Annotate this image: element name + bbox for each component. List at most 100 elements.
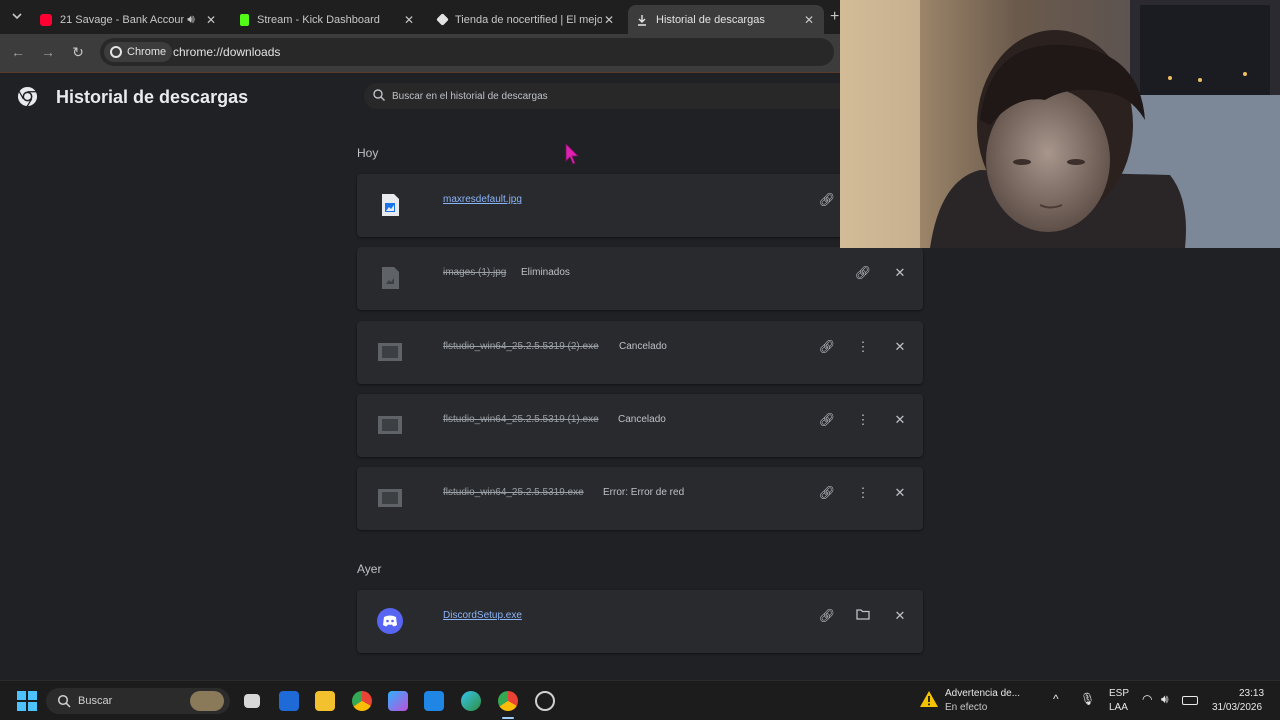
executable-file-icon [378, 343, 402, 361]
search-box[interactable] [364, 83, 840, 109]
download-status: Eliminados [521, 267, 570, 278]
download-status: Cancelado [619, 341, 667, 352]
chrome-active-icon[interactable] [498, 691, 518, 711]
remove-icon[interactable]: ✕ [890, 483, 910, 503]
file-name: flstudio_win64_25.2.5.5319 (1).exe [443, 414, 599, 425]
more-options-icon[interactable]: ⋮ [853, 337, 873, 357]
forward-arrow-icon[interactable]: → [38, 42, 58, 62]
executable-file-icon [378, 416, 402, 434]
toolbar-divider [0, 72, 840, 73]
close-tab-icon[interactable]: ✕ [402, 13, 416, 27]
reload-icon[interactable]: ↻ [68, 42, 88, 62]
omnibox[interactable]: Chrome chrome://downloads [100, 38, 834, 66]
battery-icon[interactable] [1182, 696, 1198, 705]
file-name: flstudio_win64_25.2.5.5319.exe [443, 487, 584, 498]
taskbar: Buscar Advertencia de... En efecto ^ 🎙︎ … [0, 680, 1280, 720]
warning-subtitle: En efecto [945, 702, 988, 713]
chrome-icon[interactable] [352, 691, 372, 711]
language-top[interactable]: ESP [1109, 688, 1129, 699]
copy-link-icon[interactable]: 🔗︎ [817, 410, 837, 430]
taskbar-search-label: Buscar [78, 695, 113, 707]
tab-store[interactable]: Tienda de nocertified | El mejor ✕ [430, 5, 624, 34]
download-item: DiscordSetup.exe 🔗︎ ✕ [357, 590, 923, 653]
webcam-overlay [840, 0, 1280, 248]
search-icon [373, 89, 385, 101]
youtube-icon [40, 13, 52, 26]
copy-link-icon[interactable]: 🔗︎ [853, 263, 873, 283]
download-status: Cancelado [618, 414, 666, 425]
microphone-icon[interactable]: 🎙︎ [1080, 692, 1095, 706]
search-highlight-icon [190, 691, 224, 711]
file-name-link[interactable]: DiscordSetup.exe [443, 610, 522, 621]
new-tab-icon[interactable]: + [830, 8, 839, 26]
store-icon [436, 13, 449, 26]
remove-icon[interactable]: ✕ [890, 410, 910, 430]
close-tab-icon[interactable]: ✕ [802, 13, 816, 27]
copy-link-icon[interactable]: 🔗︎ [817, 483, 837, 503]
tab-title: Stream - Kick Dashboard [257, 13, 380, 26]
file-name-link[interactable]: maxresdefault.jpg [443, 194, 522, 205]
volume-icon[interactable]: 🔊︎ [1161, 692, 1169, 707]
windows-start-icon[interactable] [17, 691, 37, 711]
tab-search-chevron-icon[interactable] [7, 7, 27, 27]
tab-title: Tienda de nocertified | El mejor [455, 13, 602, 26]
copy-link-icon[interactable]: 🔗︎ [817, 606, 837, 626]
edge-icon[interactable] [461, 691, 481, 711]
remove-icon[interactable]: ✕ [890, 337, 910, 357]
file-explorer-icon[interactable] [315, 691, 335, 711]
chrome-icon [110, 46, 122, 58]
toolbar: ← → ↻ Chrome chrome://downloads [0, 34, 840, 72]
search-input[interactable] [392, 87, 832, 105]
remove-icon[interactable]: ✕ [890, 263, 910, 283]
tab-strip: 21 Savage - Bank Account ( 🔊︎ ✕ Stream -… [0, 0, 840, 34]
download-item: flstudio_win64_25.2.5.5319.exe Error: Er… [357, 467, 923, 530]
download-item: flstudio_win64_25.2.5.5319 (2).exe Cance… [357, 321, 923, 384]
tab-kick[interactable]: Stream - Kick Dashboard ✕ [232, 5, 424, 34]
tab-downloads[interactable]: Historial de descargas ✕ [628, 5, 824, 34]
microsoft-store-icon[interactable] [424, 691, 444, 711]
show-hidden-icons-chevron-icon[interactable]: ^ [1053, 692, 1059, 706]
warning-icon [920, 691, 938, 707]
active-app-indicator [502, 717, 514, 719]
clock-time[interactable]: 23:13 [1239, 688, 1264, 699]
close-tab-icon[interactable]: ✕ [204, 13, 218, 27]
url-text[interactable]: chrome://downloads [173, 45, 280, 59]
page-title: Historial de descargas [56, 87, 249, 107]
file-name: flstudio_win64_25.2.5.5319 (2).exe [443, 341, 599, 352]
chrome-logo-icon [17, 86, 38, 107]
copy-link-icon[interactable]: 🔗︎ [817, 337, 837, 357]
mouse-cursor-icon [565, 143, 579, 165]
task-view-icon[interactable] [244, 694, 260, 708]
tab-title: Historial de descargas [656, 13, 765, 26]
wifi-icon[interactable]: ◠ [1142, 692, 1152, 706]
image-file-icon [382, 194, 399, 216]
more-options-icon[interactable]: ⋮ [853, 483, 873, 503]
site-chip[interactable]: Chrome [104, 42, 173, 62]
download-item: flstudio_win64_25.2.5.5319 (1).exe Cance… [357, 394, 923, 457]
show-in-folder-icon[interactable] [853, 606, 873, 626]
download-status: Error: Error de red [603, 487, 685, 498]
warning-title[interactable]: Advertencia de... [945, 688, 1020, 699]
download-icon [636, 14, 648, 26]
discord-icon [377, 608, 403, 634]
copy-link-icon[interactable]: 🔗︎ [817, 190, 837, 210]
site-chip-label: Chrome [127, 46, 167, 58]
taskbar-search[interactable]: Buscar [46, 688, 230, 714]
remove-icon[interactable]: ✕ [890, 606, 910, 626]
tab-youtube[interactable]: 21 Savage - Bank Account ( 🔊︎ ✕ [32, 5, 226, 34]
app-icon[interactable] [535, 691, 555, 711]
download-item: images (1).jpg Eliminados 🔗︎ ✕ [357, 247, 923, 310]
webcam-image [840, 0, 1280, 248]
close-tab-icon[interactable]: ✕ [602, 13, 616, 27]
language-bottom[interactable]: LAA [1109, 702, 1128, 713]
back-arrow-icon[interactable]: ← [8, 42, 28, 62]
copilot-icon[interactable] [388, 691, 408, 711]
clock-date[interactable]: 31/03/2026 [1212, 702, 1262, 713]
more-options-icon[interactable]: ⋮ [853, 410, 873, 430]
executable-file-icon [378, 489, 402, 507]
app-icon[interactable] [279, 691, 299, 711]
tab-title: 21 Savage - Bank Account ( [60, 13, 184, 26]
speaker-icon[interactable]: 🔊︎ [184, 12, 198, 27]
section-label-today: Hoy [357, 146, 379, 160]
search-icon [57, 694, 71, 708]
